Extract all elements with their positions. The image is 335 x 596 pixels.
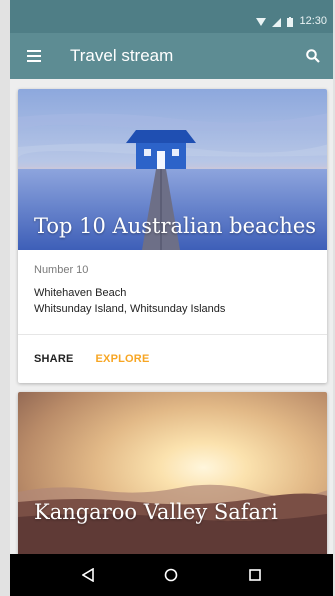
home-button[interactable] bbox=[151, 555, 191, 595]
system-nav-bar bbox=[10, 554, 333, 596]
card-body: Number 10 Whitehaven Beach Whitsunday Is… bbox=[34, 264, 317, 317]
card-line-1: Whitehaven Beach bbox=[34, 287, 127, 299]
recents-icon bbox=[249, 569, 261, 581]
card-kangaroo-valley[interactable]: Kangaroo Valley Safari bbox=[18, 392, 327, 554]
back-button[interactable] bbox=[68, 555, 108, 595]
travel-stream-list[interactable]: Top 10 Australian beaches Number 10 Whit… bbox=[10, 79, 333, 554]
app-bar: Travel stream bbox=[10, 33, 333, 79]
card-line-2: Whitsunday Island, Whitsunday Islands bbox=[34, 303, 226, 315]
left-frame bbox=[0, 0, 10, 596]
search-button[interactable] bbox=[293, 33, 333, 79]
status-bar: 12:30 bbox=[10, 0, 333, 33]
card-australian-beaches[interactable]: Top 10 Australian beaches Number 10 Whit… bbox=[18, 89, 327, 383]
battery-icon bbox=[287, 17, 294, 27]
wifi-icon bbox=[256, 18, 267, 27]
menu-icon bbox=[27, 50, 41, 62]
card-actions: SHARE EXPLORE bbox=[18, 335, 327, 383]
card-title: Top 10 Australian beaches bbox=[34, 214, 317, 238]
home-icon bbox=[165, 568, 178, 582]
menu-button[interactable] bbox=[10, 33, 58, 79]
explore-button[interactable]: EXPLORE bbox=[88, 345, 158, 373]
signal-icon bbox=[272, 18, 282, 27]
status-time: 12:30 bbox=[299, 15, 327, 27]
card-subhead: Number 10 bbox=[34, 264, 89, 276]
search-icon bbox=[306, 49, 320, 63]
card-image-sunset: Kangaroo Valley Safari bbox=[18, 392, 327, 554]
recents-button[interactable] bbox=[235, 555, 275, 595]
share-button[interactable]: SHARE bbox=[26, 345, 82, 373]
app-title: Travel stream bbox=[70, 46, 174, 65]
card-image-boathouse: Top 10 Australian beaches bbox=[18, 89, 327, 250]
card-title: Kangaroo Valley Safari bbox=[34, 500, 278, 524]
back-icon bbox=[81, 568, 94, 582]
